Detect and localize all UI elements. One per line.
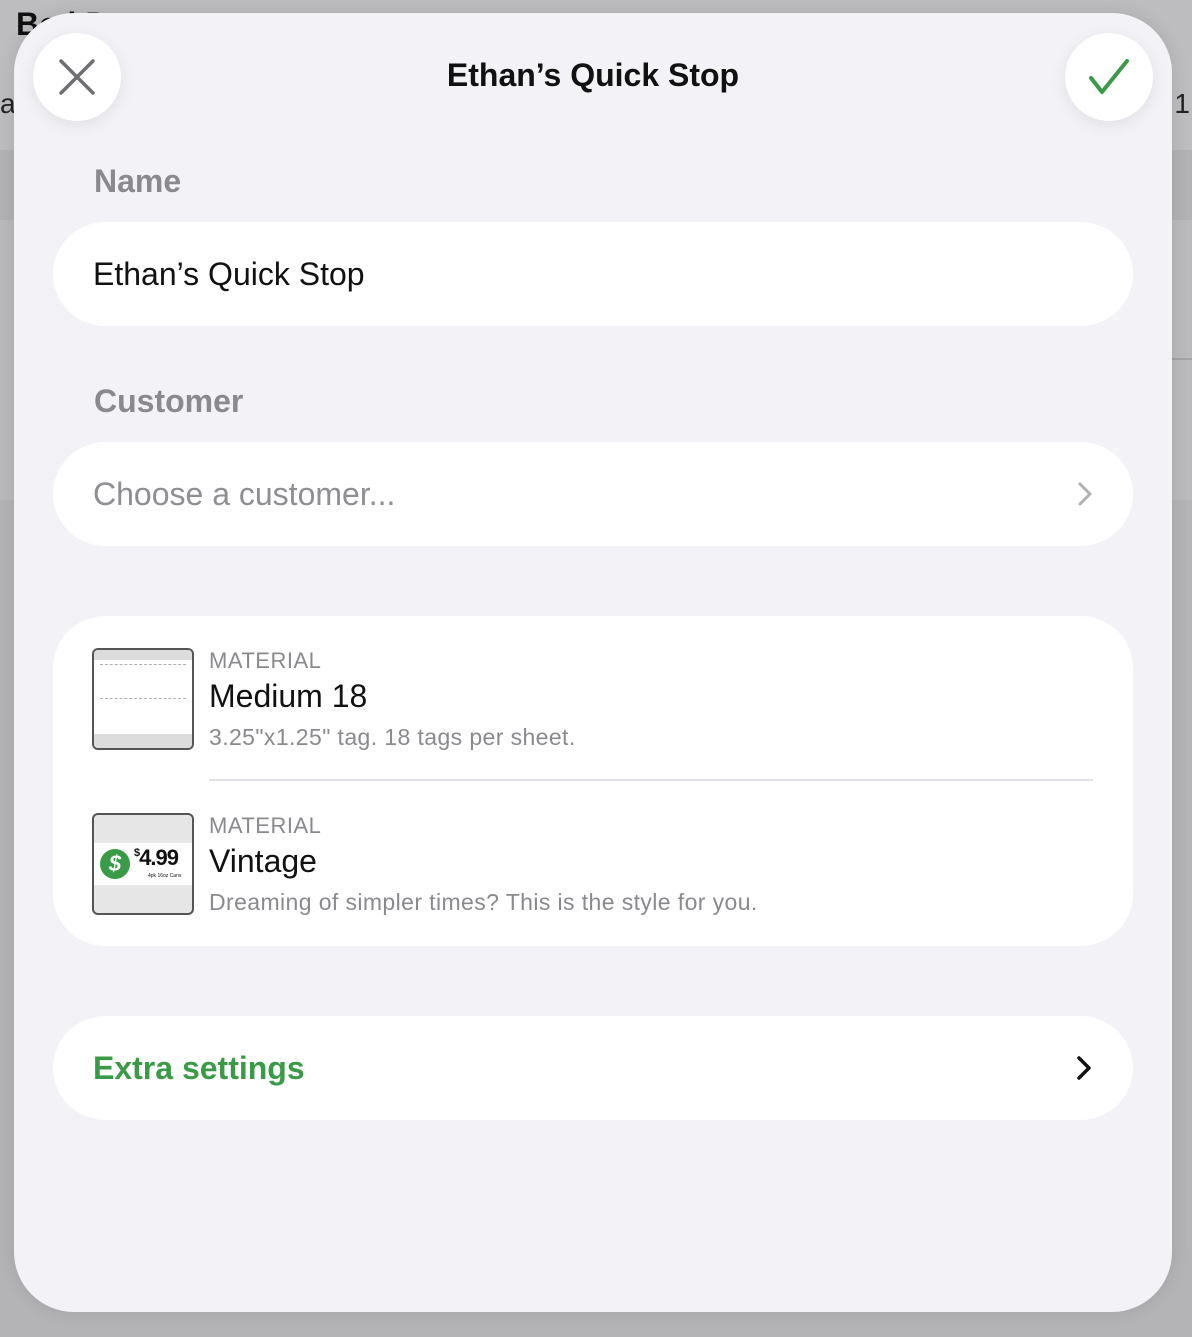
background-right-text: 1 [1174,88,1190,119]
material-description: Dreaming of simpler times? This is the s… [209,889,758,915]
material-thumbnail-medium-18 [92,648,194,750]
confirm-button[interactable] [1065,33,1153,121]
customer-placeholder: Choose a customer... [93,475,396,512]
dollar-icon: $ [100,849,130,879]
materials-card: MATERIAL Medium 18 3.25"x1.25" tag. 18 t… [53,616,1133,946]
customer-label: Customer [94,383,244,419]
material-row-vintage[interactable]: $ $4.99 4pk 16oz Cans MATERIAL Vintage D… [53,781,1133,941]
material-kicker: MATERIAL [209,813,322,838]
sheet-title: Ethan’s Quick Stop [446,57,740,93]
name-field[interactable]: Ethan’s Quick Stop [53,222,1133,326]
extra-settings-label: Extra settings [93,1049,305,1086]
material-thumbnail-vintage: $ $4.99 4pk 16oz Cans [92,813,194,915]
material-description: 3.25"x1.25" tag. 18 tags per sheet. [209,724,576,750]
name-value: Ethan’s Quick Stop [93,255,365,292]
checkmark-icon [1089,59,1129,94]
thumbnail-price: $4.99 [134,845,179,870]
material-kicker: MATERIAL [209,648,322,673]
customer-picker[interactable]: Choose a customer... [53,442,1133,546]
material-title: Medium 18 [209,678,368,714]
chevron-right-icon [1077,481,1093,507]
edit-store-sheet: Ethan’s Quick Stop Name Ethan’s Quick St… [14,13,1172,1312]
material-title: Vintage [209,843,317,879]
extra-settings-button[interactable]: Extra settings [53,1016,1133,1120]
material-row-medium-18[interactable]: MATERIAL Medium 18 3.25"x1.25" tag. 18 t… [53,616,1133,781]
thumbnail-caption: 4pk 16oz Cans [148,873,182,879]
name-label: Name [94,163,182,199]
chevron-right-icon [1075,1054,1093,1082]
